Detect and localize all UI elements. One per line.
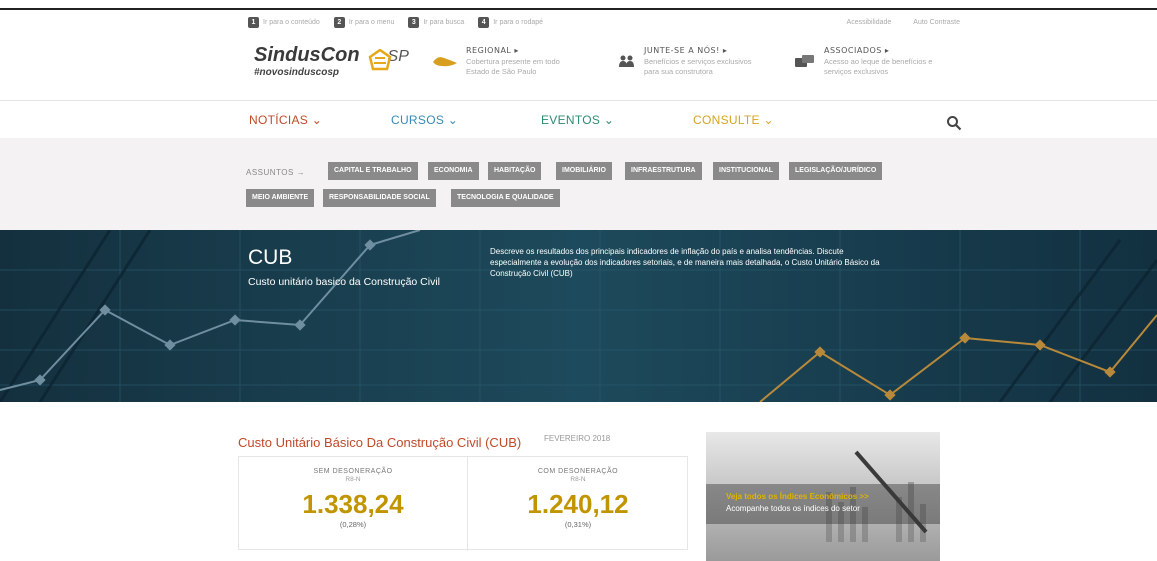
- hero-banner: CUB Custo unitário basico da Construção …: [0, 230, 1157, 402]
- skip-link-menu[interactable]: 2 Ir para o menu: [333, 16, 394, 28]
- logo-name: SindusCon: [254, 44, 360, 66]
- map-icon: [432, 46, 458, 77]
- cub-date: FEVEREIRO 2018: [544, 434, 611, 443]
- tag-habitacao[interactable]: HABITAÇÃO: [488, 162, 542, 180]
- nav-divider: [0, 100, 1157, 101]
- hero-subtitle: Custo unitário basico da Construção Civi…: [248, 276, 441, 288]
- tag-capital-trabalho[interactable]: CAPITAL E TRABALHO: [328, 162, 418, 180]
- skip-link-content[interactable]: 1 Ir para o conteúdo: [248, 16, 320, 28]
- chat-icon: [794, 46, 816, 77]
- tag-infraestrutura[interactable]: INFRAESTRUTURA: [625, 162, 702, 180]
- cub-value: 1.338,24: [302, 489, 404, 519]
- header-associados[interactable]: ASSOCIADOS ▸ Acesso ao leque de benefíci…: [794, 46, 932, 77]
- nav-cursos[interactable]: CURSOS ⌄: [391, 113, 458, 127]
- cub-com-desoneracao: COM DESONERAÇÃO R8-N 1.240,12 (0,31%): [467, 457, 688, 551]
- skip-link-footer[interactable]: 4 Ir para o rodapé: [478, 16, 543, 28]
- tag-institucional[interactable]: INSTITUCIONAL: [713, 162, 780, 180]
- subjects-band: ASSUNTOS → CAPITAL E TRABALHO ECONOMIA H…: [0, 138, 1157, 230]
- header-join[interactable]: JUNTE-SE A NÓS! ▸ Benefícios e serviços …: [618, 46, 752, 77]
- cub-value: 1.240,12: [527, 489, 629, 519]
- tag-imobiliario[interactable]: IMOBILIÁRIO: [556, 162, 612, 180]
- economic-indices-promo[interactable]: Veja todos os Índices Econômicos >> Acom…: [706, 432, 940, 561]
- site-logo[interactable]: SindusCon SP #novosinduscosp: [254, 45, 414, 85]
- nav-eventos[interactable]: EVENTOS ⌄: [541, 113, 614, 127]
- cub-percent: (0,31%): [564, 520, 592, 529]
- cub-values-box: SEM DESONERAÇÃO R8-N 1.338,24 (0,28%) CO…: [238, 456, 688, 551]
- cub-percent: (0,28%): [339, 520, 367, 529]
- tag-responsabilidade-social[interactable]: RESPONSABILIDADE SOCIAL: [323, 189, 436, 207]
- tag-economia[interactable]: ECONOMIA: [428, 162, 479, 180]
- people-icon: [618, 46, 636, 77]
- cub-section-title: Custo Unitário Básico Da Construção Civi…: [238, 435, 522, 450]
- main-nav: NOTÍCIAS ⌄ CURSOS ⌄ EVENTOS ⌄ CONSULTE ⌄: [0, 113, 1157, 135]
- skip-links-bar: 1 Ir para o conteúdo 2 Ir para o menu 3 Ir …: [248, 14, 960, 30]
- cub-sem-desoneracao: SEM DESONERAÇÃO R8-N 1.338,24 (0,28%): [239, 457, 467, 551]
- tag-meio-ambiente[interactable]: MEIO AMBIENTE: [246, 189, 315, 207]
- top-border: [0, 8, 1157, 10]
- tag-legislacao[interactable]: LEGISLAÇÃO/JURÍDICO: [789, 162, 883, 180]
- header-regional[interactable]: REGIONAL ▸ Cobertura presente em todo Es…: [432, 46, 560, 77]
- nav-noticias[interactable]: NOTÍCIAS ⌄: [249, 113, 322, 127]
- search-icon[interactable]: [946, 115, 962, 131]
- logo-mark-icon: [368, 49, 392, 71]
- hero-description: Descreve os resultados dos principais in…: [490, 247, 880, 278]
- tag-tecnologia-qualidade[interactable]: TECNOLOGIA E QUALIDADE: [451, 189, 560, 207]
- nav-consulte[interactable]: CONSULTE ⌄: [693, 113, 774, 127]
- hero-title: CUB: [248, 246, 293, 269]
- promo-link: Veja todos os Índices Econômicos >>: [726, 492, 869, 501]
- promo-text: Acompanhe todos os índices do setor: [726, 504, 860, 513]
- skip-link-search[interactable]: 3 Ir para busca: [408, 16, 464, 28]
- contrast-link[interactable]: Auto Contraste: [913, 19, 960, 26]
- subjects-label: ASSUNTOS →: [246, 168, 306, 177]
- accessibility-link[interactable]: Acessibilidade: [847, 19, 892, 26]
